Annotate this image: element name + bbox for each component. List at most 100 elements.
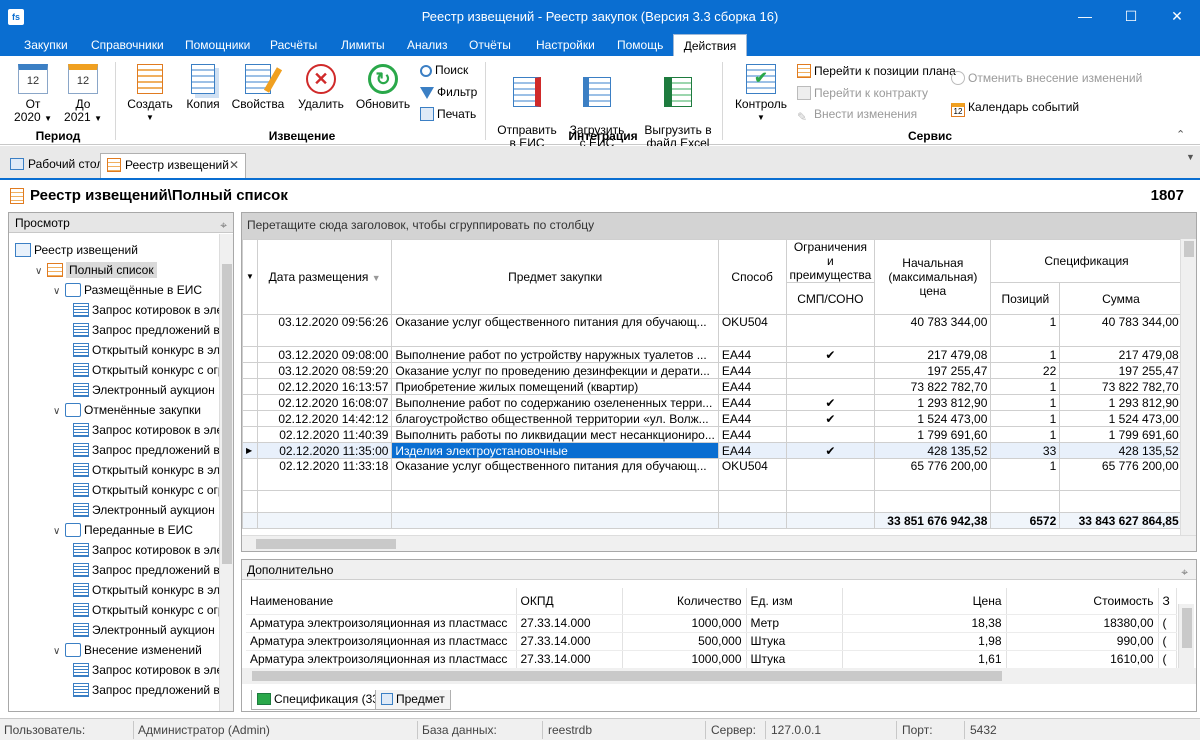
menu-calculations[interactable]: Расчёты [268, 34, 319, 56]
tree-node[interactable]: Запрос котировок в электр [73, 420, 233, 440]
print-button[interactable]: Печать [420, 107, 476, 121]
properties-button[interactable]: Свойства [230, 64, 286, 111]
detail-v-scrollbar[interactable] [1178, 604, 1194, 668]
grid-h-scroll-thumb[interactable] [256, 539, 396, 549]
copy-button[interactable]: Копия [183, 64, 223, 111]
table-row[interactable]: 02.12.2020 14:42:12 благоустройство общес… [242, 410, 1196, 427]
col-cost-header[interactable]: Стоимость [1006, 588, 1159, 615]
expand-toggle-icon[interactable]: ∨ [53, 282, 65, 302]
menu-limits[interactable]: Лимиты [339, 34, 387, 56]
detail-h-scroll-thumb[interactable] [252, 671, 1002, 681]
menu-helpers[interactable]: Помощники [183, 34, 252, 56]
spec-row[interactable]: Арматура электроизоляционная из пластмас… [246, 614, 1177, 633]
menu-analysis[interactable]: Анализ [405, 34, 450, 56]
tree-node[interactable]: Открытый конкурс в элект [73, 580, 233, 600]
goto-plan-button[interactable]: Перейти к позиции плана [797, 64, 956, 78]
tree-node[interactable]: Открытый конкурс с огран [73, 480, 233, 500]
control-button[interactable]: ✔ Контроль ▼ [733, 64, 789, 124]
tree-node[interactable]: ∨ Полный список [35, 260, 157, 280]
pin-icon[interactable]: ⌖ [1181, 562, 1188, 582]
menu-reports[interactable]: Отчёты [467, 34, 513, 56]
tab-notices-registry[interactable]: Реестр извещений ✕ [100, 153, 246, 178]
detail-v-scroll-thumb[interactable] [1182, 608, 1192, 648]
tab-desktop[interactable]: Рабочий стол [4, 153, 109, 178]
create-button[interactable]: Создать ▼ [124, 64, 176, 124]
tree-node[interactable]: Запрос предложений в эле [73, 680, 233, 700]
tab-specification[interactable]: Спецификация (33) [251, 690, 389, 710]
tree-node[interactable]: Открытый конкурс в элект [73, 460, 233, 480]
tree-node[interactable]: ∨ Переданные в ЕИС [53, 520, 193, 540]
col-positions-header[interactable]: Позиций [990, 282, 1061, 315]
col-sum-header[interactable]: Сумма [1059, 282, 1183, 315]
tree-scroll-thumb[interactable] [222, 264, 232, 564]
col-extra-header[interactable]: З [1158, 588, 1177, 615]
tree-node[interactable]: Электронный аукцион [73, 380, 215, 400]
tree-node[interactable]: Электронный аукцион [73, 500, 215, 520]
expand-toggle-icon[interactable]: ∨ [53, 642, 65, 662]
tree-node[interactable]: Запрос предложений в эле [73, 560, 233, 580]
col-date-header[interactable]: Дата размещения ▼ [256, 239, 393, 315]
spec-row[interactable]: Арматура электроизоляционная из пластмас… [246, 632, 1177, 651]
col-name-header[interactable]: Наименование [246, 588, 517, 615]
menu-directories[interactable]: Справочники [89, 34, 166, 56]
col-limits-header[interactable]: Ограничения и преимущества [785, 239, 876, 283]
tree-node[interactable]: Запрос предложений в эле [73, 320, 233, 340]
col-price-header[interactable]: Начальная (максимальная) цена [874, 239, 992, 315]
minimize-button[interactable]: — [1062, 0, 1108, 34]
spec-row[interactable]: Арматура электроизоляционная из пластмас… [246, 650, 1177, 669]
col-unit-header[interactable]: Ед. изм [746, 588, 843, 615]
close-window-button[interactable]: ✕ [1154, 0, 1200, 34]
table-row[interactable]: 02.12.2020 16:08:07 Выполнение работ по с… [242, 394, 1196, 411]
menu-actions[interactable]: Действия [673, 34, 747, 56]
tree-node[interactable]: ∨ Размещённые в ЕИС [53, 280, 202, 300]
maximize-button[interactable]: ☐ [1108, 0, 1154, 34]
tree-node[interactable]: Открытый конкурс в элект [73, 340, 233, 360]
tabs-dropdown-icon[interactable]: ▼ [1186, 152, 1195, 162]
expand-toggle-icon[interactable]: ∨ [53, 522, 65, 542]
grid-v-scroll-thumb[interactable] [1184, 241, 1194, 257]
table-row[interactable]: 03.12.2020 09:56:26 Оказание услуг общест… [242, 314, 1196, 347]
table-row[interactable]: 03.12.2020 09:08:00 Выполнение работ по у… [242, 346, 1196, 363]
col-okpd-header[interactable]: ОКПД [516, 588, 623, 615]
refresh-button[interactable]: ↻ Обновить [355, 64, 411, 111]
tree-scrollbar[interactable] [219, 234, 233, 711]
expand-toggle-icon[interactable]: ∨ [35, 262, 47, 282]
tree-node[interactable]: Открытый конкурс с огран [73, 360, 233, 380]
tab-subject[interactable]: Предмет [375, 690, 451, 710]
table-row[interactable]: 03.12.2020 08:59:20 Оказание услуг по про… [242, 362, 1196, 379]
menu-help[interactable]: Помощь [615, 34, 665, 56]
tree-node[interactable]: ∨ Отменённые закупки [53, 400, 201, 420]
cancel-changes-button[interactable]: Отменить внесение изменений [951, 71, 1142, 85]
grid-v-scrollbar[interactable] [1180, 239, 1196, 535]
tree-node[interactable]: Реестр извещений [15, 240, 138, 260]
make-changes-button[interactable]: ✎ Внести изменения [797, 107, 917, 124]
tree-node[interactable]: Электронный аукцион [73, 620, 215, 640]
collapse-ribbon-icon[interactable]: ⌃ [1176, 128, 1185, 141]
menu-purchases[interactable]: Закупки [22, 34, 70, 56]
close-tab-icon[interactable]: ✕ [229, 154, 239, 177]
group-by-bar[interactable]: Перетащите сюда заголовок, чтобы сгруппи… [242, 213, 1196, 239]
expand-toggle-icon[interactable]: ∨ [53, 402, 65, 422]
col-method-header[interactable]: Способ [717, 239, 787, 315]
tree-node[interactable]: Запрос котировок в электр [73, 540, 233, 560]
col-spec-header[interactable]: Спецификация [990, 239, 1183, 283]
table-row[interactable]: 02.12.2020 16:13:57 Приобретение жилых по… [242, 378, 1196, 395]
col-qty-header[interactable]: Количество [622, 588, 747, 615]
tree-node[interactable]: Запрос котировок в электр [73, 660, 233, 680]
tree-node[interactable]: Запрос предложений в эле [73, 440, 233, 460]
tree-node[interactable]: Открытый конкурс с огран [73, 600, 233, 620]
tree-node[interactable]: Запрос котировок в электр [73, 300, 233, 320]
table-row[interactable]: 02.12.2020 11:33:18 Оказание услуг общест… [242, 458, 1196, 491]
menu-settings[interactable]: Настройки [534, 34, 597, 56]
goto-contract-button[interactable]: Перейти к контракту [797, 86, 928, 100]
col-smp-header[interactable]: СМП/СОНО [785, 282, 876, 315]
grid-h-scrollbar[interactable] [242, 535, 1196, 551]
delete-button[interactable]: ✕ Удалить [294, 64, 348, 111]
search-button[interactable]: Поиск [420, 63, 468, 77]
tree-node[interactable]: ∨ Внесение изменений [53, 640, 202, 660]
calendar-events-button[interactable]: 12 Календарь событий [951, 100, 1079, 117]
table-row[interactable]: ▶ 02.12.2020 11:35:00 Изделия электроустан… [242, 442, 1196, 459]
period-to-button[interactable]: 12 До 2021 ▼ [62, 64, 104, 125]
col-subject-header[interactable]: Предмет закупки [391, 239, 719, 315]
period-from-button[interactable]: 12 От 2020 ▼ [12, 64, 54, 125]
